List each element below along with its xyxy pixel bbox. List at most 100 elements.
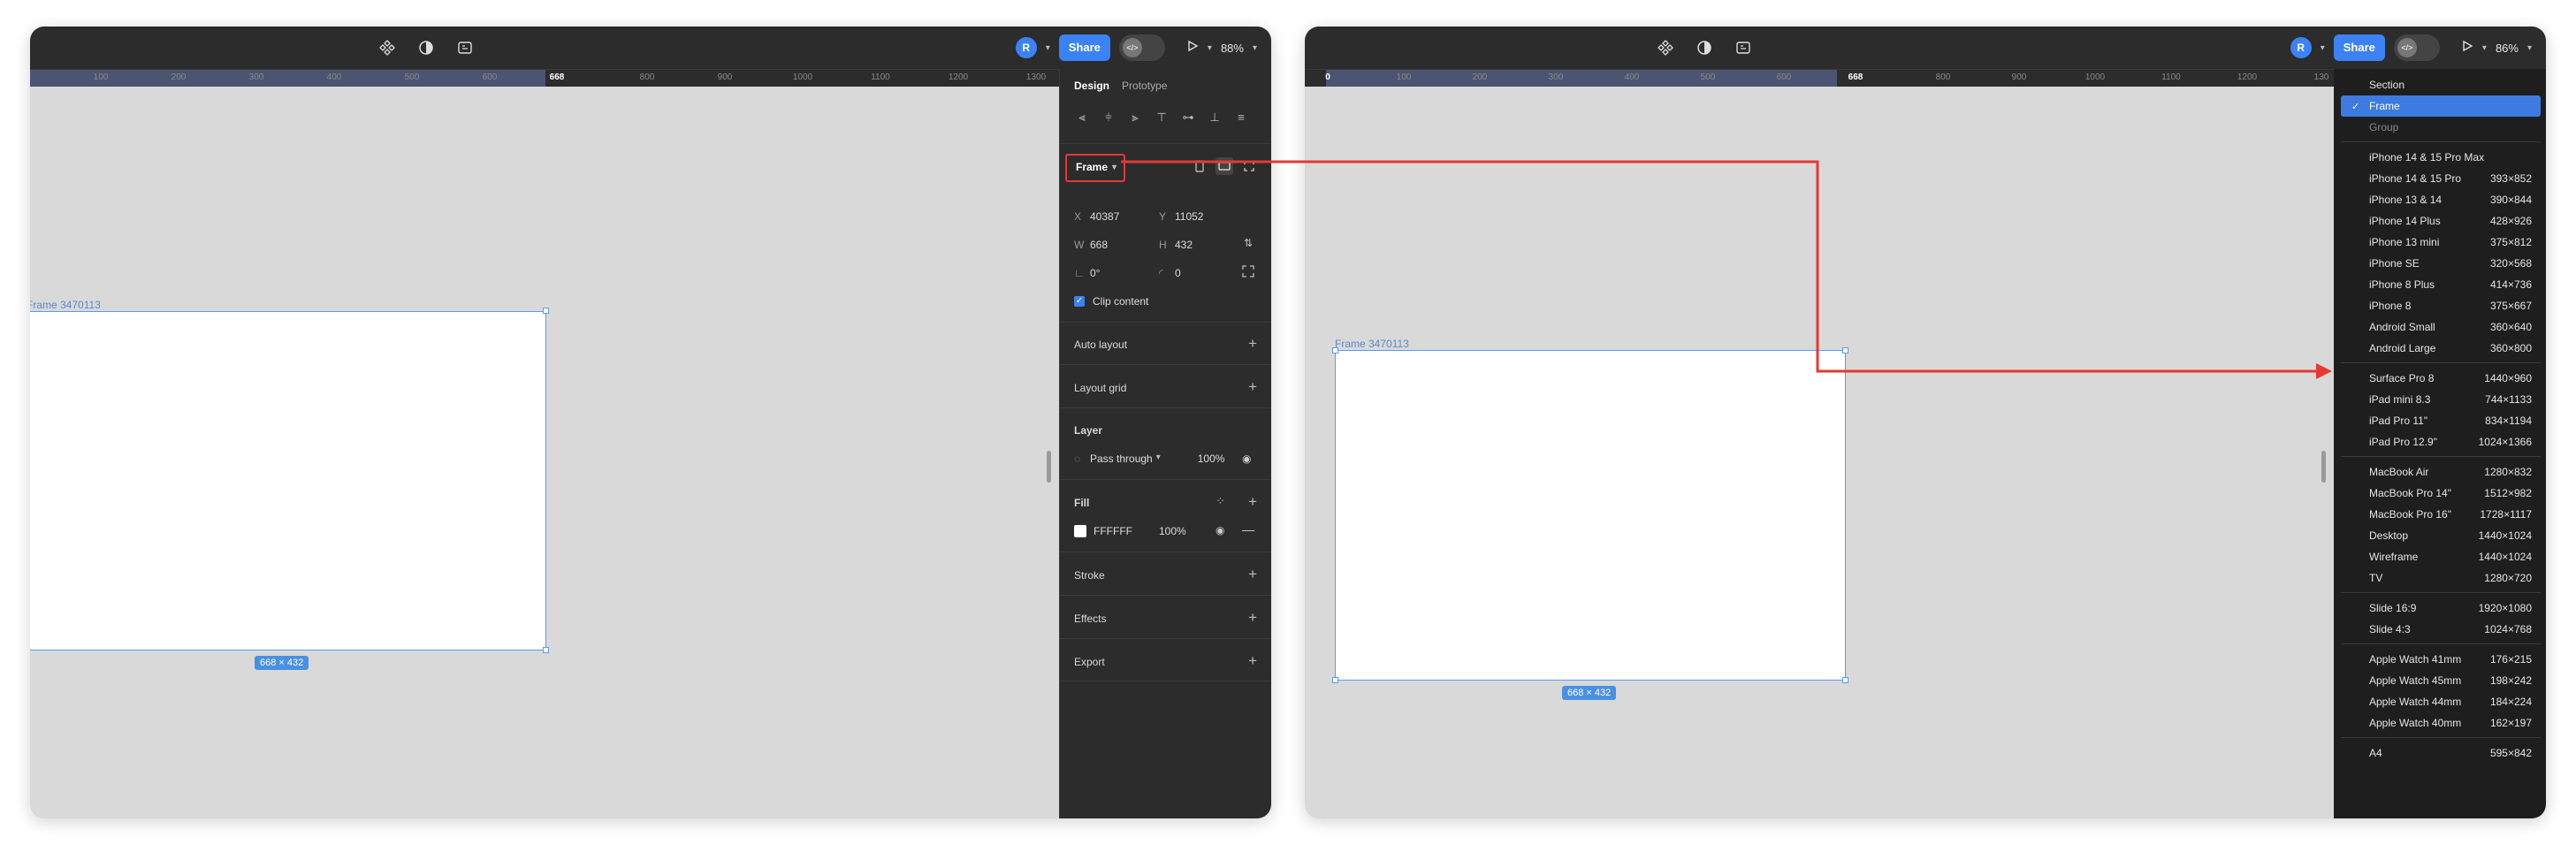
resize-handle[interactable]	[543, 647, 549, 653]
styles-grid-icon[interactable]: ⁘	[1216, 494, 1225, 508]
crop-icon[interactable]	[454, 37, 476, 58]
menu-item-slide-16-9[interactable]: Slide 16:9 1920×1080	[2341, 597, 2541, 619]
menu-item-ipad-pro-11[interactable]: iPad Pro 11" 834×1194	[2341, 410, 2541, 431]
menu-item-android-large[interactable]: Android Large 360×800	[2341, 338, 2541, 359]
resize-handle[interactable]	[1842, 677, 1848, 683]
resize-handle[interactable]	[1332, 677, 1338, 683]
plus-icon[interactable]: +	[1248, 567, 1257, 582]
play-icon[interactable]	[2461, 40, 2473, 57]
menu-item-iphone-14-15-pro[interactable]: iPhone 14 & 15 Pro 393×852	[2341, 168, 2541, 189]
fill-swatch[interactable]	[1074, 525, 1086, 537]
menu-item-apple-watch-44mm[interactable]: Apple Watch 44mm 184×224	[2341, 691, 2541, 712]
chevron-down-icon[interactable]: ▾	[2527, 43, 2532, 53]
menu-item-a4[interactable]: A4 595×842	[2341, 742, 2541, 764]
menu-item-iphone-13-14[interactable]: iPhone 13 & 14 390×844	[2341, 189, 2541, 210]
resize-to-fit-icon[interactable]	[1240, 157, 1258, 175]
component-icon[interactable]	[377, 37, 398, 58]
menu-item-wireframe[interactable]: Wireframe 1440×1024	[2341, 546, 2541, 567]
menu-item-iphone-8-plus[interactable]: iPhone 8 Plus 414×736	[2341, 274, 2541, 295]
eye-icon[interactable]: ◉	[1216, 524, 1224, 536]
menu-item-iphone-13-mini[interactable]: iPhone 13 mini 375×812	[2341, 232, 2541, 253]
menu-item-iphone-14-plus[interactable]: iPhone 14 Plus 428×926	[2341, 210, 2541, 232]
menu-item-macbook-pro-14[interactable]: MacBook Pro 14" 1512×982	[2341, 483, 2541, 504]
align-right-icon[interactable]: ⫸	[1127, 110, 1143, 126]
chevron-down-icon[interactable]: ▾	[1208, 43, 1212, 53]
align-vertical-center-icon[interactable]: ⊶	[1180, 110, 1196, 126]
align-horizontal-center-icon[interactable]: ⫩	[1101, 110, 1117, 126]
menu-item-android-small[interactable]: Android Small 360×640	[2341, 316, 2541, 338]
plus-icon[interactable]: +	[1248, 336, 1257, 351]
blend-mode-select[interactable]: Pass through	[1090, 453, 1153, 465]
menu-item-apple-watch-41mm[interactable]: Apple Watch 41mm 176×215	[2341, 649, 2541, 670]
plus-icon[interactable]: +	[1248, 494, 1257, 509]
independent-corners-icon[interactable]	[1242, 265, 1254, 280]
portrait-orientation-icon[interactable]	[1191, 157, 1208, 175]
resize-handle[interactable]	[1842, 347, 1848, 354]
plus-icon[interactable]: +	[1248, 610, 1257, 625]
resize-handle[interactable]	[1332, 347, 1338, 354]
menu-item-ipad-pro-12-9[interactable]: iPad Pro 12.9" 1024×1366	[2341, 431, 2541, 453]
frame-name-label[interactable]: Frame 3470113	[1335, 338, 1409, 350]
menu-item-slide-4-3[interactable]: Slide 4:3 1024×768	[2341, 619, 2541, 640]
chevron-down-icon[interactable]: ▾	[2482, 43, 2487, 53]
align-bottom-icon[interactable]: ⊥	[1207, 110, 1223, 126]
panel-resize-handle[interactable]	[2321, 451, 2326, 483]
width-input[interactable]: 668	[1090, 239, 1159, 251]
menu-item-frame[interactable]: ✓ Frame	[2341, 95, 2541, 117]
plus-icon[interactable]: +	[1248, 653, 1257, 668]
avatar[interactable]: R	[2290, 37, 2312, 58]
dev-mode-toggle[interactable]: </>	[1118, 34, 1165, 61]
menu-item-iphone-14-15-pro-max[interactable]: iPhone 14 & 15 Pro Max	[2341, 147, 2541, 168]
menu-item-iphone-se[interactable]: iPhone SE 320×568	[2341, 253, 2541, 274]
menu-item-iphone-8[interactable]: iPhone 8 375×667	[2341, 295, 2541, 316]
layer-opacity-input[interactable]: 100%	[1198, 453, 1225, 465]
resize-handle[interactable]	[543, 308, 549, 314]
tab-prototype[interactable]: Prototype	[1122, 80, 1167, 92]
menu-item-macbook-air[interactable]: MacBook Air 1280×832	[2341, 461, 2541, 483]
eye-icon[interactable]: ◉	[1242, 453, 1251, 465]
align-left-icon[interactable]: ⫷	[1074, 110, 1090, 126]
fill-opacity-input[interactable]: 100%	[1159, 525, 1186, 537]
remove-fill-icon[interactable]: —	[1242, 522, 1254, 536]
chevron-down-icon[interactable]: ▾	[2321, 43, 2325, 53]
clip-content-checkbox[interactable]: ✓	[1074, 296, 1085, 307]
selected-frame[interactable]	[30, 311, 546, 650]
share-button[interactable]: Share	[2333, 34, 2385, 61]
align-top-icon[interactable]: ⊤	[1154, 110, 1170, 126]
menu-item-apple-watch-45mm[interactable]: Apple Watch 45mm 198×242	[2341, 670, 2541, 691]
landscape-orientation-icon[interactable]	[1216, 157, 1233, 175]
menu-item-surface-pro-8[interactable]: Surface Pro 8 1440×960	[2341, 368, 2541, 389]
menu-item-group[interactable]: Group	[2341, 117, 2541, 138]
corner-radius-input[interactable]: 0	[1175, 267, 1244, 279]
tab-design[interactable]: Design	[1074, 80, 1109, 92]
dev-mode-toggle[interactable]: </>	[2393, 34, 2440, 61]
frame-name-label[interactable]: Frame 3470113	[30, 299, 101, 311]
contrast-icon[interactable]	[1694, 37, 1715, 58]
plus-icon[interactable]: +	[1248, 379, 1257, 394]
distribute-icon[interactable]: ≡	[1233, 110, 1249, 126]
crop-icon[interactable]	[1733, 37, 1754, 58]
chevron-down-icon[interactable]: ▾	[1253, 43, 1257, 53]
contrast-icon[interactable]	[415, 37, 437, 58]
height-input[interactable]: 432	[1175, 239, 1244, 251]
rotation-input[interactable]: 0°	[1090, 267, 1159, 279]
constrain-proportions-icon[interactable]: ⇅	[1244, 237, 1253, 249]
menu-item-tv[interactable]: TV 1280×720	[2341, 567, 2541, 589]
play-icon[interactable]	[1186, 40, 1199, 57]
menu-item-apple-watch-40mm[interactable]: Apple Watch 40mm 162×197	[2341, 712, 2541, 734]
y-input[interactable]: 11052	[1175, 210, 1244, 223]
menu-item-desktop[interactable]: Desktop 1440×1024	[2341, 525, 2541, 546]
x-input[interactable]: 40387	[1090, 210, 1159, 223]
zoom-level[interactable]: 86%	[2496, 42, 2519, 55]
avatar[interactable]: R	[1015, 37, 1037, 58]
fill-hex-input[interactable]: FFFFFF	[1094, 525, 1159, 537]
menu-item-section[interactable]: Section	[2341, 74, 2541, 95]
menu-item-ipad-mini-8-3[interactable]: iPad mini 8.3 744×1133	[2341, 389, 2541, 410]
panel-resize-handle[interactable]	[1047, 451, 1051, 483]
zoom-level[interactable]: 88%	[1221, 42, 1244, 55]
component-icon[interactable]	[1655, 37, 1676, 58]
selected-frame[interactable]	[1335, 350, 1846, 681]
share-button[interactable]: Share	[1058, 34, 1110, 61]
chevron-down-icon[interactable]: ▾	[1046, 43, 1050, 53]
chevron-down-icon[interactable]: ▾	[1156, 453, 1161, 465]
